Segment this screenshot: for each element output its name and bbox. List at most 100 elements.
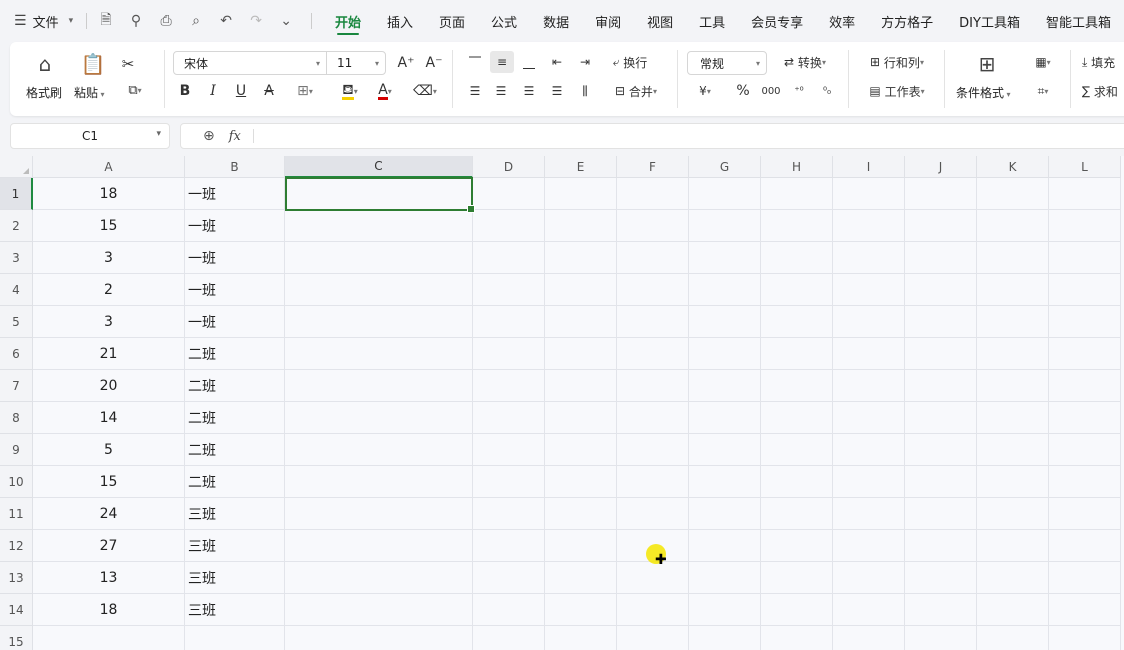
cell-d3[interactable] [473,242,545,274]
row-header[interactable]: 3 [0,242,33,274]
cell-h2[interactable] [761,210,833,242]
tab-7[interactable]: 工具 [686,0,738,42]
cell-b7[interactable]: 二班 [185,370,285,402]
cell-g15[interactable] [689,626,761,650]
cell-g2[interactable] [689,210,761,242]
decrease-indent-icon[interactable]: ⇤ [546,51,568,73]
cell-j12[interactable] [905,530,977,562]
cell-g11[interactable] [689,498,761,530]
fill-color-icon[interactable]: ⛾ ▾ [330,81,370,101]
cell-k11[interactable] [977,498,1049,530]
fill-button[interactable]: ⤓ 填充 [1082,51,1122,73]
cell-j5[interactable] [905,306,977,338]
cell-c7[interactable] [285,370,473,402]
column-header-h[interactable]: H [761,156,833,178]
cell-g3[interactable] [689,242,761,274]
row-header[interactable]: 2 [0,210,33,242]
tab-5[interactable]: 审阅 [582,0,634,42]
tab-8[interactable]: 会员专享 [738,0,816,42]
row-header[interactable]: 10 [0,466,33,498]
cell-d13[interactable] [473,562,545,594]
cell-a8[interactable]: 14 [33,402,185,434]
cell-a2[interactable]: 15 [33,210,185,242]
cell-h6[interactable] [761,338,833,370]
font-name-select[interactable]: 宋体 ▾ [173,51,327,75]
decrease-decimal-icon[interactable]: ⁰₀ [816,80,838,102]
cell-k15[interactable] [977,626,1049,650]
cell-g13[interactable] [689,562,761,594]
undo-icon[interactable]: ↶ [217,13,235,29]
cell-i5[interactable] [833,306,905,338]
align-center-icon[interactable]: ☰ [490,80,512,102]
cell-f8[interactable] [617,402,689,434]
column-header-k[interactable]: K [977,156,1049,178]
column-header-c[interactable]: C [285,156,473,178]
cell-f1[interactable] [617,178,689,210]
column-header-l[interactable]: L [1049,156,1121,178]
tab-10[interactable]: 方方格子 [868,0,946,42]
font-color-icon[interactable]: A ▾ [370,81,400,101]
wrap-text-button[interactable]: ⤶ 换行 [606,51,654,73]
cell-l2[interactable] [1049,210,1121,242]
cell-i12[interactable] [833,530,905,562]
cell-c8[interactable] [285,402,473,434]
cell-d2[interactable] [473,210,545,242]
column-header-b[interactable]: B [185,156,285,178]
cell-j2[interactable] [905,210,977,242]
increase-indent-icon[interactable]: ⇥ [574,51,596,73]
cell-c14[interactable] [285,594,473,626]
cell-k14[interactable] [977,594,1049,626]
cell-j1[interactable] [905,178,977,210]
cell-a5[interactable]: 3 [33,306,185,338]
cell-c13[interactable] [285,562,473,594]
cell-g8[interactable] [689,402,761,434]
cell-g9[interactable] [689,434,761,466]
number-format-select[interactable]: 常规 ▾ [687,51,767,75]
cell-d4[interactable] [473,274,545,306]
cell-l10[interactable] [1049,466,1121,498]
row-header[interactable]: 4 [0,274,33,306]
cell-c12[interactable] [285,530,473,562]
cell-d10[interactable] [473,466,545,498]
cell-h11[interactable] [761,498,833,530]
cell-c2[interactable] [285,210,473,242]
row-header[interactable]: 5 [0,306,33,338]
cell-a6[interactable]: 21 [33,338,185,370]
align-middle-icon[interactable]: ≡ [490,51,514,73]
cell-d1[interactable] [473,178,545,210]
cell-f15[interactable] [617,626,689,650]
cell-f6[interactable] [617,338,689,370]
cell-l12[interactable] [1049,530,1121,562]
cell-h10[interactable] [761,466,833,498]
cell-b12[interactable]: 三班 [185,530,285,562]
cell-e10[interactable] [545,466,617,498]
cell-b5[interactable]: 一班 [185,306,285,338]
select-all-corner[interactable] [0,156,33,178]
cell-a7[interactable]: 20 [33,370,185,402]
cell-i15[interactable] [833,626,905,650]
row-header[interactable]: 11 [0,498,33,530]
cell-k4[interactable] [977,274,1049,306]
cell-l6[interactable] [1049,338,1121,370]
cell-g5[interactable] [689,306,761,338]
cell-c10[interactable] [285,466,473,498]
cell-e5[interactable] [545,306,617,338]
cell-g4[interactable] [689,274,761,306]
cell-b15[interactable] [185,626,285,650]
save-icon[interactable]: 🗎 [97,9,115,33]
quick-access-more-icon[interactable]: ⌄ [277,13,295,29]
cell-d12[interactable] [473,530,545,562]
cell-j10[interactable] [905,466,977,498]
row-header[interactable]: 9 [0,434,33,466]
cell-e12[interactable] [545,530,617,562]
print-icon[interactable]: ⎙ [157,13,175,29]
format-painter-button[interactable]: 格式刷 [26,84,62,101]
cell-j7[interactable] [905,370,977,402]
cell-i4[interactable] [833,274,905,306]
cell-l7[interactable] [1049,370,1121,402]
cell-e6[interactable] [545,338,617,370]
fx-icon[interactable]: fx [229,129,241,144]
cell-b9[interactable]: 二班 [185,434,285,466]
paste-button[interactable]: 粘贴 ▾ [74,84,105,101]
cell-g14[interactable] [689,594,761,626]
